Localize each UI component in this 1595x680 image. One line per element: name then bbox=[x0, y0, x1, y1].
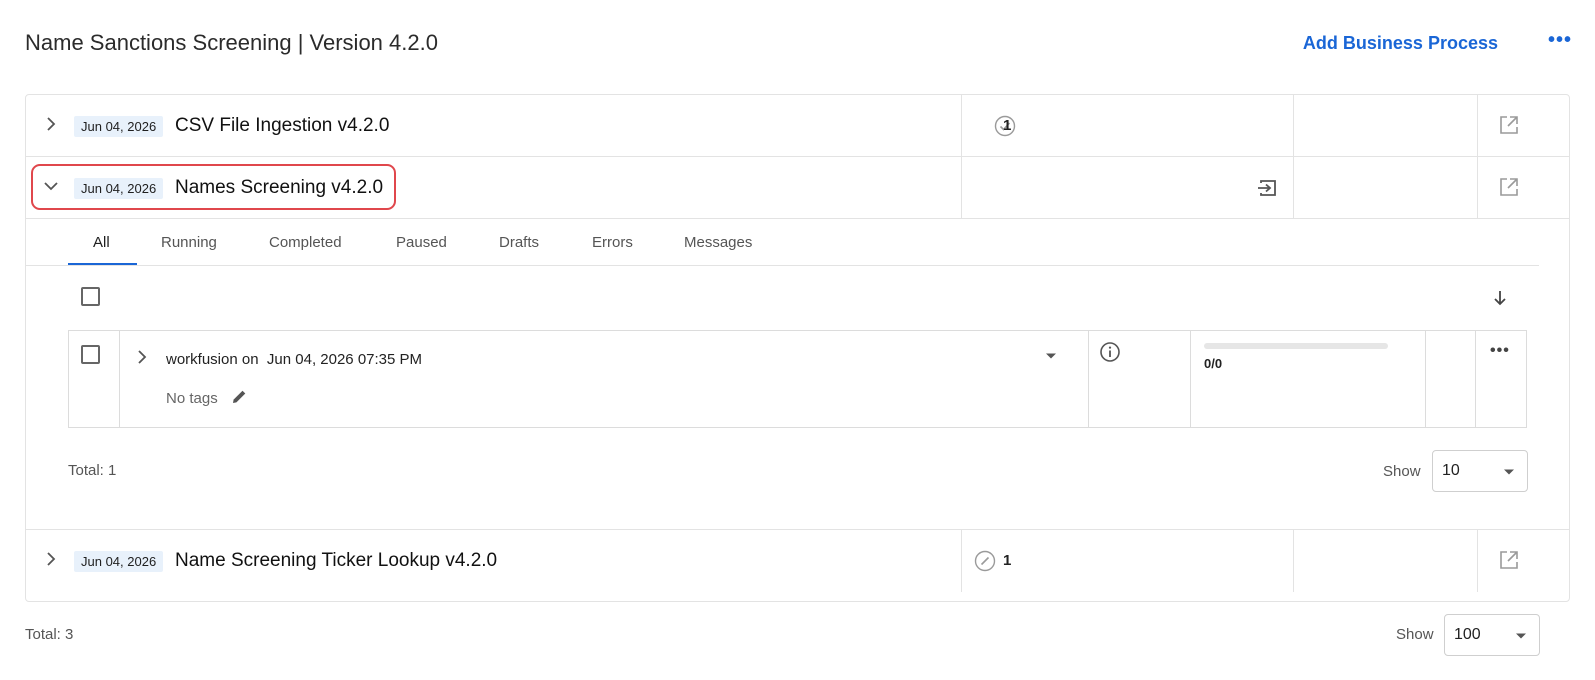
instance-info: workfusion on Jun 04, 2026 07:35 PM bbox=[166, 351, 422, 368]
date-badge: Jun 04, 2026 bbox=[74, 551, 164, 572]
pencil-icon[interactable] bbox=[231, 388, 248, 405]
open-external-icon[interactable] bbox=[1498, 549, 1520, 571]
page-title: Name Sanctions Screening | Version 4.2.0 bbox=[25, 30, 438, 55]
open-external-icon[interactable] bbox=[1498, 114, 1520, 136]
tags-label: No tags bbox=[166, 390, 218, 407]
progress-bar bbox=[1204, 343, 1388, 349]
progress-text: 0/0 bbox=[1204, 356, 1223, 371]
tab-all[interactable]: All bbox=[93, 234, 110, 251]
tab-paused[interactable]: Paused bbox=[396, 234, 447, 251]
add-business-process-button[interactable]: Add Business Process bbox=[1303, 33, 1498, 54]
total-count: Total: 3 bbox=[25, 626, 74, 643]
active-tab-indicator bbox=[68, 263, 137, 265]
caret-down-icon bbox=[1504, 469, 1514, 475]
caret-down-icon[interactable] bbox=[1045, 350, 1057, 362]
more-options-icon[interactable]: ••• bbox=[1548, 29, 1572, 52]
process-name[interactable]: CSV File Ingestion v4.2.0 bbox=[175, 115, 389, 137]
completed-count: 1 bbox=[1003, 117, 1012, 134]
arrow-down-icon[interactable] bbox=[1491, 289, 1509, 307]
page-size-select[interactable]: 100 bbox=[1444, 614, 1540, 656]
selection-highlight bbox=[31, 164, 396, 210]
tab-drafts[interactable]: Drafts bbox=[499, 234, 539, 251]
row-more-icon[interactable]: ••• bbox=[1490, 342, 1510, 360]
chevron-right-icon[interactable] bbox=[44, 117, 58, 131]
row-checkbox[interactable] bbox=[81, 345, 100, 364]
inner-show-label: Show bbox=[1383, 463, 1421, 480]
status-tabs: All Running Completed Paused Drafts Erro… bbox=[25, 218, 1539, 266]
process-count: 1 bbox=[1003, 552, 1012, 569]
slash-circle-icon bbox=[974, 550, 996, 572]
instance-on: on bbox=[241, 351, 259, 368]
info-icon[interactable] bbox=[1099, 341, 1121, 363]
instance-datetime: Jun 04, 2026 07:35 PM bbox=[266, 351, 423, 368]
open-external-icon[interactable] bbox=[1498, 176, 1520, 198]
show-label: Show bbox=[1396, 626, 1434, 643]
chevron-right-icon[interactable] bbox=[135, 350, 149, 364]
caret-down-icon bbox=[1516, 633, 1526, 639]
inner-page-size-select[interactable]: 10 bbox=[1432, 450, 1528, 492]
input-transfer-icon[interactable] bbox=[1256, 176, 1280, 200]
instance-user: workfusion bbox=[166, 351, 238, 368]
business-process-row: Jun 04, 2026 CSV File Ingestion v4.2.0 1 bbox=[26, 95, 1569, 157]
date-badge: Jun 04, 2026 bbox=[74, 116, 164, 137]
tab-messages[interactable]: Messages bbox=[684, 234, 752, 251]
business-process-row: Jun 04, 2026 Name Screening Ticker Looku… bbox=[26, 529, 1569, 592]
tab-errors[interactable]: Errors bbox=[592, 234, 633, 251]
tab-running[interactable]: Running bbox=[161, 234, 217, 251]
process-name[interactable]: Name Screening Ticker Lookup v4.2.0 bbox=[175, 550, 497, 572]
chevron-right-icon[interactable] bbox=[44, 552, 58, 566]
select-all-checkbox[interactable] bbox=[81, 287, 100, 306]
tab-completed[interactable]: Completed bbox=[269, 234, 342, 251]
inner-total: Total: 1 bbox=[68, 462, 117, 479]
